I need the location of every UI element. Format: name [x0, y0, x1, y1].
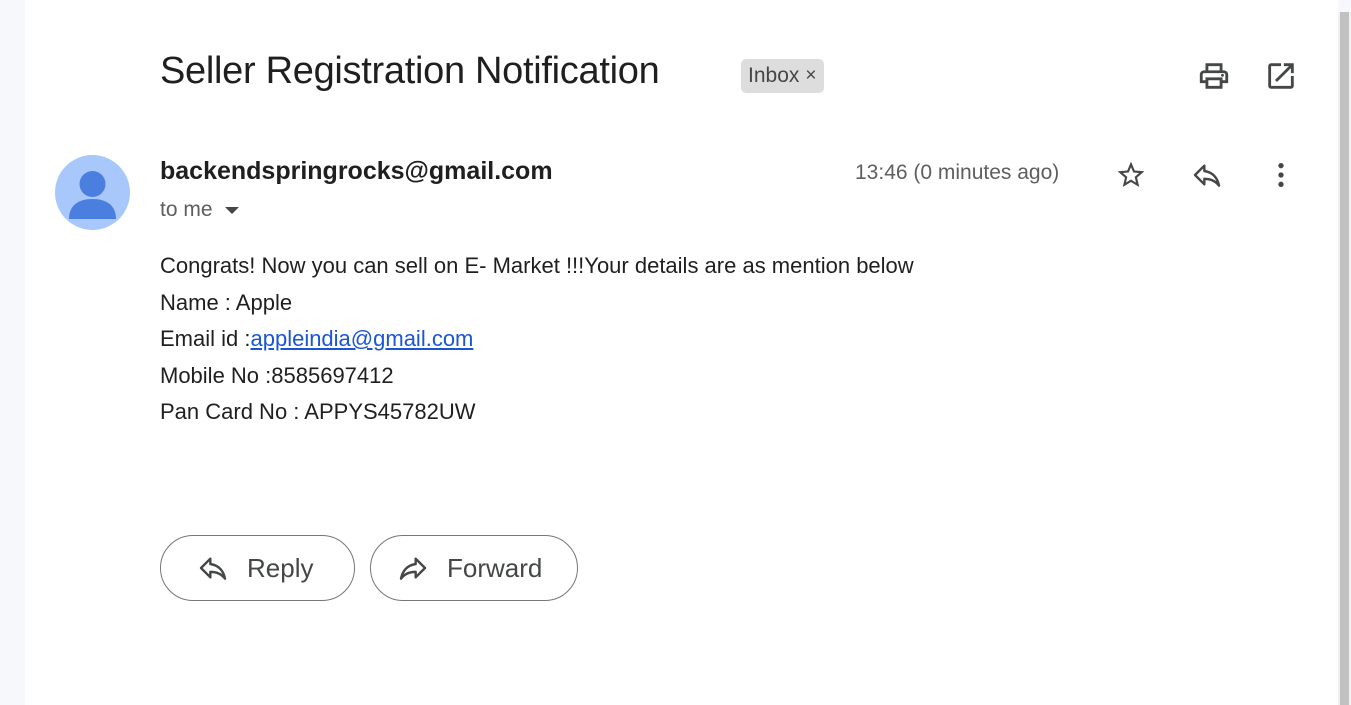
sender-email[interactable]: backendspringrocks@gmail.com: [160, 157, 553, 186]
recipient-label: to me: [160, 198, 213, 221]
person-icon: [69, 171, 116, 219]
body-mobile-line: Mobile No :8585697412: [160, 362, 394, 388]
reply-icon-button[interactable]: [1187, 155, 1227, 195]
forward-button[interactable]: Forward: [370, 535, 578, 601]
body-email-prefix: Email id :: [160, 326, 251, 351]
open-in-new-window-icon: [1268, 63, 1294, 89]
chevron-down-icon: [224, 206, 239, 214]
more-vertical-icon: [1278, 163, 1284, 187]
email-timestamp: 13:46 (0 minutes ago): [855, 161, 1060, 184]
open-in-new-window-button[interactable]: [1261, 56, 1301, 96]
more-options-button[interactable]: [1261, 155, 1301, 195]
body-name-line: Name : Apple: [160, 289, 293, 315]
star-icon: [1117, 161, 1145, 187]
scrollbar-thumb[interactable]: [1340, 12, 1349, 705]
label-name: Inbox: [748, 64, 800, 87]
remove-label-button[interactable]: ×: [805, 65, 816, 87]
body-email-link[interactable]: appleindia@gmail.com: [250, 326, 473, 351]
inbox-label-chip[interactable]: Inbox ×: [741, 59, 825, 93]
reply-button-label: Reply: [247, 552, 314, 583]
body-intro-line: Congrats! Now you can sell on E- Market …: [160, 253, 914, 278]
reply-icon: [1193, 164, 1221, 187]
email-subject: Seller Registration Notification: [160, 50, 660, 92]
body-email-line: Email id :appleindia@gmail.com: [160, 321, 914, 358]
email-body: Congrats! Now you can sell on E- Market …: [160, 248, 914, 431]
recipient-details-toggle[interactable]: to me: [160, 198, 239, 222]
sender-avatar[interactable]: [55, 155, 130, 230]
body-pan-line: Pan Card No : APPYS45782UW: [160, 399, 476, 424]
print-icon: [1199, 63, 1229, 89]
print-button[interactable]: [1194, 56, 1234, 96]
forward-button-label: Forward: [447, 552, 543, 583]
reply-button[interactable]: Reply: [160, 535, 355, 601]
reply-icon: [199, 557, 227, 580]
forward-icon: [399, 557, 427, 580]
star-button[interactable]: [1111, 155, 1151, 195]
